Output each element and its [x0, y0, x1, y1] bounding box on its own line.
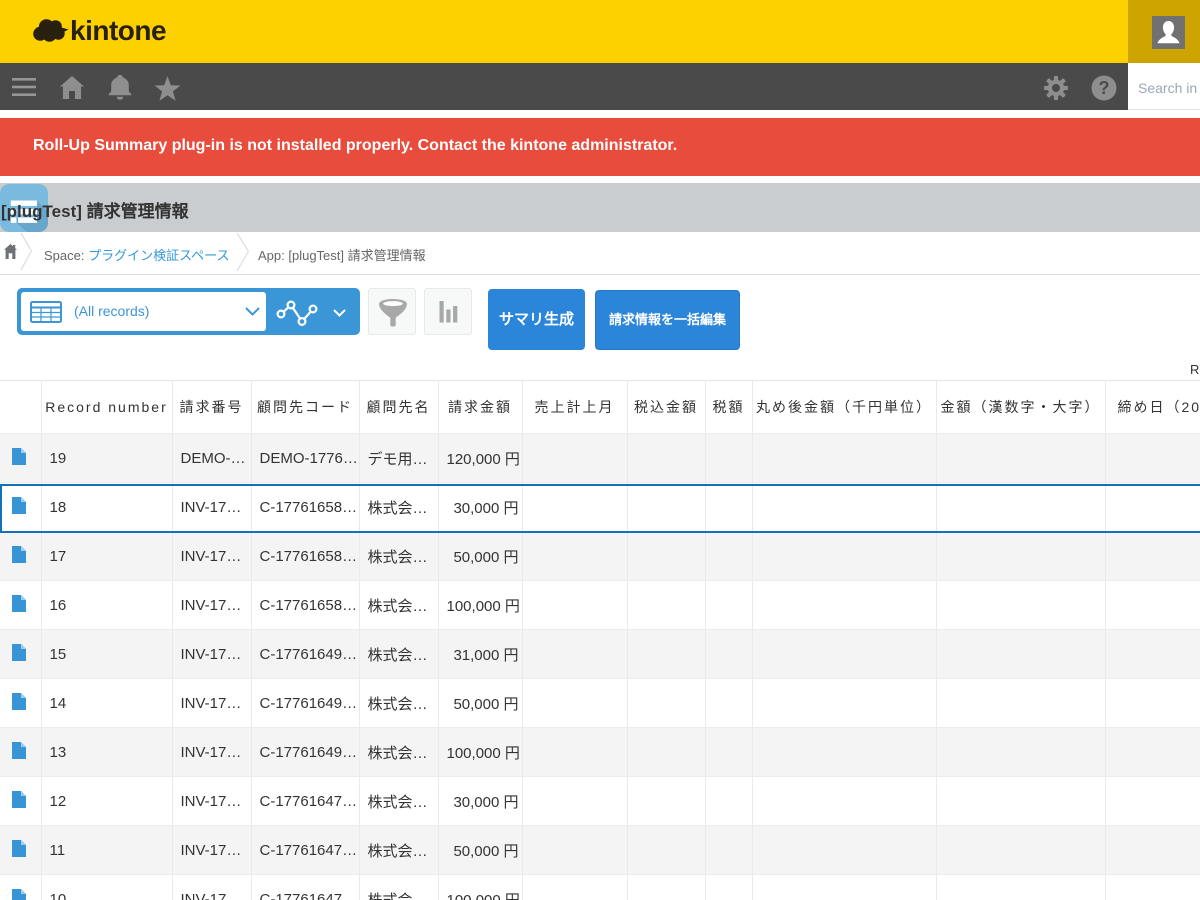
- svg-text:?: ?: [1099, 78, 1110, 98]
